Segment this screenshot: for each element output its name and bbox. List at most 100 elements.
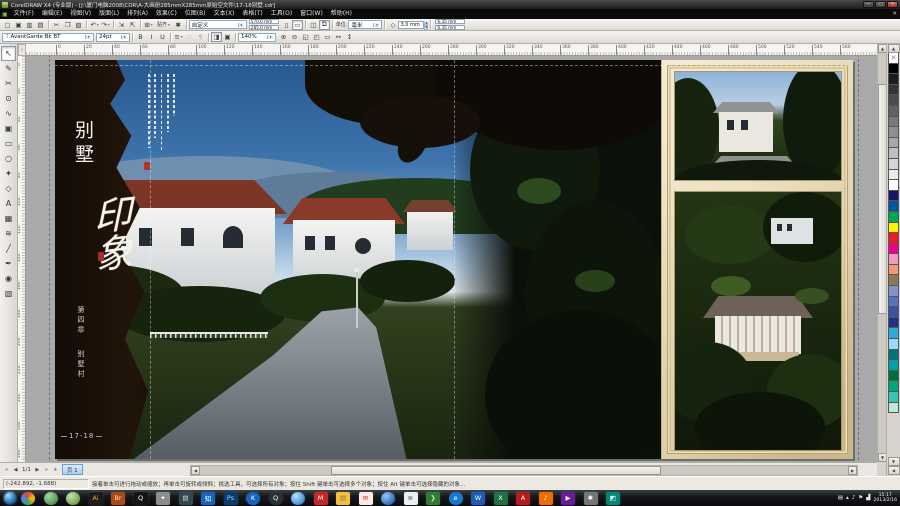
taskbar-app-blue-square-zhi-icon[interactable]: 知 (201, 492, 215, 505)
menu-item-5[interactable]: 效果(C) (152, 10, 181, 17)
taskbar-app-settings-gray-icon[interactable]: ✱ (584, 492, 598, 505)
pick-tool[interactable]: ↖ (1, 46, 16, 61)
zoom-level-combo[interactable]: 140%▾ (238, 33, 276, 42)
menu-item-7[interactable]: 文本(X) (210, 10, 239, 17)
vertical-ruler[interactable]: 020406080100120140160180200220240260280 (18, 56, 26, 462)
palette-scroll-up-icon[interactable]: ▲ (888, 44, 900, 53)
menu-item-0[interactable]: 文件(F) (10, 10, 38, 17)
fill-tool[interactable]: ◉ (1, 271, 16, 286)
outline-pen-tool[interactable]: ✒ (1, 256, 16, 271)
paper-height-field[interactable]: 285.0 mm (249, 25, 279, 30)
taskbar-app-mail-icon[interactable]: ✉ (359, 492, 373, 505)
options-icon[interactable]: ✱ (173, 20, 184, 30)
vertical-scrollbar[interactable]: ▲ ▼ (877, 44, 886, 462)
taskbar-app-k-circle-icon[interactable]: K (246, 492, 260, 505)
taskbar-app-m-red-icon[interactable]: M (314, 492, 328, 505)
maximize-button-icon[interactable]: ▢ (875, 1, 886, 8)
taskbar-app-quark-icon[interactable]: Q (134, 492, 148, 505)
units-combo[interactable]: 毫米▾ (348, 20, 382, 29)
blend-tool[interactable]: ≋ (1, 226, 16, 241)
drawing-canvas[interactable]: 别墅 印象 第四章 别墅村 17-18 (26, 56, 877, 462)
taskbar-app-blue-browser-icon[interactable] (291, 492, 305, 505)
polygon-tool[interactable]: ✦ (1, 166, 16, 181)
scroll-right-icon[interactable]: ▶ (848, 466, 857, 475)
palette-flyout-icon[interactable]: ◀ (888, 466, 900, 475)
eyedropper-tool[interactable]: ╱ (1, 241, 16, 256)
menu-item-9[interactable]: 工具(O) (267, 10, 296, 17)
menu-item-10[interactable]: 窗口(W) (296, 10, 327, 17)
horizontal-scroll-thumb[interactable] (331, 466, 661, 475)
paper-preset-combo[interactable]: 自定义▾ (189, 20, 247, 29)
nudge-field[interactable]: 3.0 mm (398, 21, 424, 29)
cut-icon[interactable]: ✂ (51, 20, 62, 30)
italic-icon[interactable]: I (146, 32, 157, 42)
text-align-icon[interactable]: ≡▾ (173, 32, 184, 42)
rectangle-tool[interactable]: ▭ (1, 136, 16, 151)
font-size-combo[interactable]: 24pt▾ (96, 33, 130, 42)
taskbar-app-colorful-globe-icon[interactable] (21, 492, 35, 505)
taskbar-app-dark-folder-icon[interactable]: ▤ (179, 492, 193, 505)
app-launcher-icon[interactable]: ⊞▾ (143, 20, 154, 30)
zoom-out-icon[interactable]: ⊖ (289, 32, 300, 42)
title-bar[interactable]: CorelDRAW X4 (专业版) - [J:\厦门电脑2008\CDR\A-… (0, 0, 900, 9)
horizontal-ruler[interactable]: 0204060801001201401601802002202402602803… (26, 44, 877, 56)
ruler-origin-box[interactable]: ┼ (18, 44, 26, 56)
snap-to-icon[interactable]: 贴齐▾ (154, 20, 173, 30)
zoom-selected-icon[interactable]: ◱ (300, 32, 311, 42)
interactive-fill-tool[interactable]: ▧ (1, 286, 16, 301)
taskbar-app-ie-icon[interactable]: e (449, 492, 463, 505)
menu-item-11[interactable]: 帮助(H) (327, 10, 356, 17)
first-page-icon[interactable]: « (2, 467, 11, 473)
taskbar-app-video-purple-icon[interactable]: ▶ (561, 492, 575, 505)
zoom-tool[interactable]: ⊙ (1, 91, 16, 106)
start-button-icon[interactable] (4, 492, 16, 504)
taskbar-app-green-bird-icon[interactable] (66, 492, 80, 505)
zoom-in-icon[interactable]: ⊕ (278, 32, 289, 42)
menu-item-1[interactable]: 编辑(E) (38, 10, 66, 17)
taskbar-app-illustrator-icon[interactable]: Ai (89, 492, 103, 505)
landscape-icon[interactable]: ▭ (292, 20, 303, 30)
copy-icon[interactable]: ❐ (62, 20, 73, 30)
import-icon[interactable]: ⇲ (116, 20, 127, 30)
page-tab[interactable]: 页 1 (62, 464, 83, 475)
tray-icon-3[interactable]: ⚑ (858, 495, 863, 501)
taskbar-app-qq-penguin-icon[interactable]: Q (269, 492, 283, 505)
open-icon[interactable]: ▣ (13, 20, 24, 30)
taskbar-app-notepad-icon[interactable]: ≣ (404, 492, 418, 505)
tray-icon-1[interactable]: ▴ (846, 495, 849, 501)
zoom-page-height-icon[interactable]: ↕ (344, 32, 355, 42)
all-pages-icon[interactable]: ◫ (308, 20, 319, 30)
palette-swatch-0[interactable] (888, 53, 899, 64)
tray-clock[interactable]: 15:17 2013/2/16 (873, 493, 897, 503)
palette-swatch-33[interactable] (888, 402, 899, 414)
minimize-button-icon[interactable]: ─ (863, 1, 874, 8)
paper-width-field[interactable]: 570.0 mm (249, 19, 279, 24)
taskbar-app-blue-globe-icon[interactable] (381, 492, 395, 505)
underline-icon[interactable]: U (157, 32, 168, 42)
tray-icon-2[interactable]: ♪ (852, 495, 856, 501)
smart-fill-tool[interactable]: ▣ (1, 121, 16, 136)
document-page-spread[interactable]: 别墅 印象 第四章 别墅村 17-18 (55, 60, 853, 459)
duplicate-x-field[interactable]: 6.35 mm (435, 19, 465, 24)
bullet-list-icon[interactable]: ∷ (184, 32, 195, 42)
zoom-page-width-icon[interactable]: ↔ (333, 32, 344, 42)
scroll-left-icon[interactable]: ◀ (191, 466, 200, 475)
taskbar-app-gray-tool-icon[interactable]: ✦ (156, 492, 170, 505)
save-icon[interactable]: ▥ (24, 20, 35, 30)
paste-icon[interactable]: ▨ (73, 20, 84, 30)
menu-item-4[interactable]: 排列(A) (123, 10, 152, 17)
menu-item-3[interactable]: 版面(L) (95, 10, 123, 17)
taskbar-app-green-parrot-icon[interactable]: ❯ (426, 492, 440, 505)
freehand-tool[interactable]: ∿ (1, 106, 16, 121)
crop-tool[interactable]: ✂ (1, 76, 16, 91)
edit-text-icon[interactable]: ▣ (222, 32, 233, 42)
undo-icon[interactable]: ↶▾ (89, 20, 100, 30)
horizontal-scrollbar[interactable]: ◀ ▶ (190, 465, 858, 476)
basic-shapes-tool[interactable]: ◇ (1, 181, 16, 196)
taskbar-app-bridge-icon[interactable]: Br (111, 492, 125, 505)
portrait-icon[interactable]: ▯ (281, 20, 292, 30)
duplicate-y-field[interactable]: 6.35 mm (435, 25, 465, 30)
facing-pages-icon[interactable]: ⧉ (319, 20, 330, 30)
menu-item-8[interactable]: 表格(T) (238, 10, 266, 17)
redo-icon[interactable]: ↷▾ (100, 20, 111, 30)
